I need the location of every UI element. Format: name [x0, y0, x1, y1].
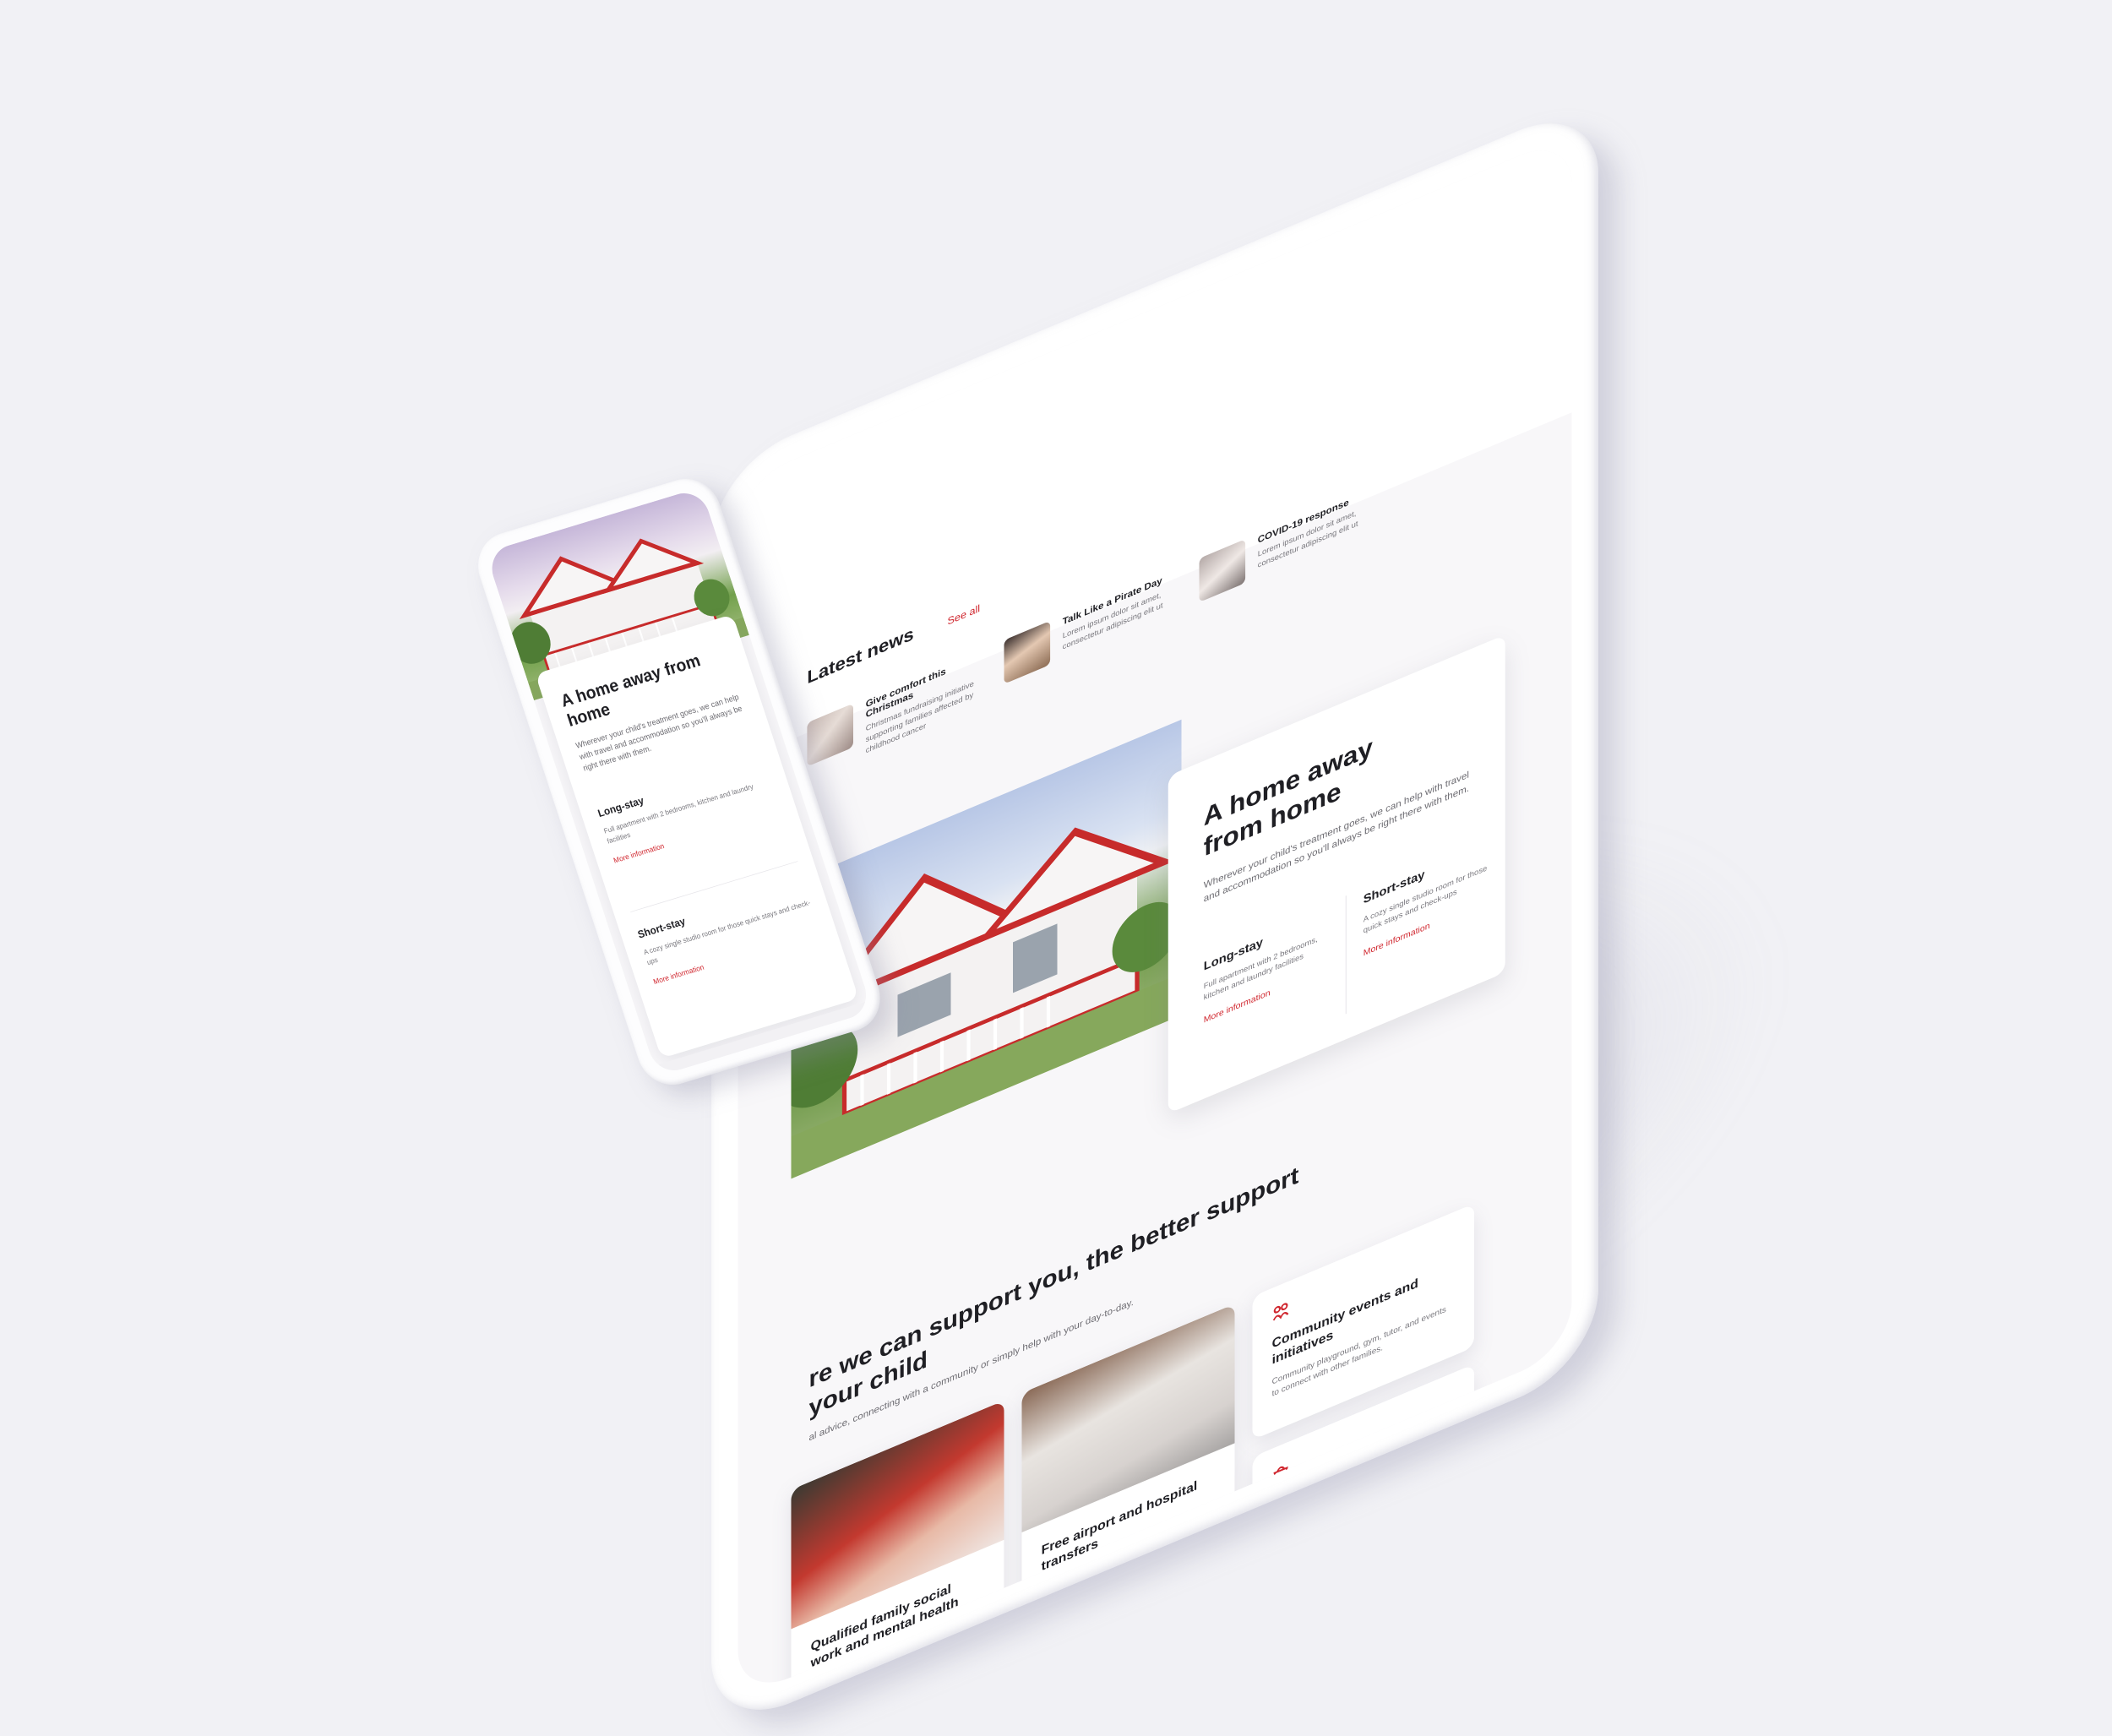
long-stay-option: Long-stay Full apartment with 2 bedrooms… [596, 758, 783, 867]
short-stay-option: Short-stay A cozy single studio room for… [1364, 837, 1497, 961]
service-card-social-work[interactable]: Qualified family social work and mental … [791, 1400, 1004, 1700]
tablet-screen: Latest news See all Give comfort this Ch… [738, 133, 1572, 1700]
accommodation-card: A home away from home Wherever your chil… [1168, 634, 1505, 1114]
basket-icon [1273, 1466, 1288, 1482]
community-icon [1272, 1303, 1289, 1321]
long-stay-option: Long-stay Full apartment with 2 bedrooms… [1204, 904, 1337, 1027]
service-text: Free weekly delivery, ensuring your fami… [1271, 1448, 1449, 1543]
see-all-link[interactable]: See all [948, 602, 981, 628]
latest-news-title: Latest news [807, 623, 914, 688]
option-divider [1345, 895, 1347, 1015]
news-item[interactable]: COVID-19 response Lorem ipsum dolor sit … [1199, 481, 1386, 602]
short-stay-option: Short-stay A cozy single studio room for… [636, 879, 823, 988]
news-thumbnail [807, 703, 853, 767]
more-information-link[interactable]: More information [612, 841, 666, 865]
service-card-transfers[interactable]: Free airport and hospital transfers Lore… [1021, 1303, 1235, 1638]
news-item[interactable]: Talk Like a Pirate Day Lorem ipsum dolor… [1004, 562, 1191, 684]
news-thumbnail [1199, 539, 1246, 602]
news-thumbnail [1004, 620, 1051, 684]
more-information-link[interactable]: More information [652, 963, 705, 987]
service-title: Grocery delivery service [1271, 1433, 1427, 1512]
